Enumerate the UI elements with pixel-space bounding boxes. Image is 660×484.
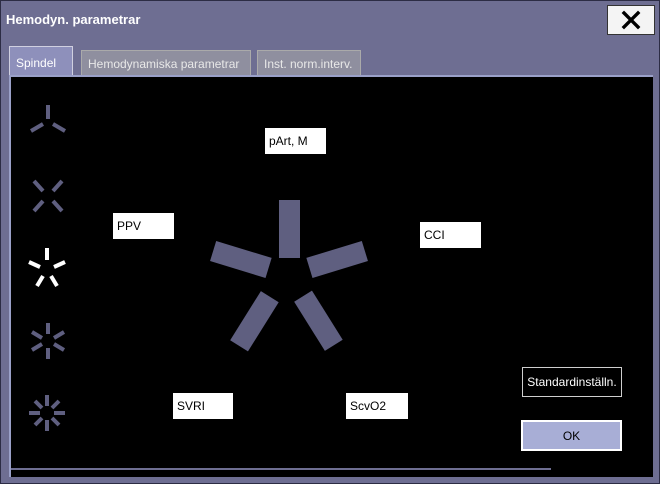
param-field-top[interactable]: pArt, M (265, 128, 326, 154)
spoke-lower-left (230, 291, 279, 352)
tab-spindel[interactable]: Spindel (9, 46, 73, 78)
spider-diagram (210, 200, 368, 352)
shape-4-spoke-button[interactable] (17, 171, 77, 223)
spoke-top (279, 200, 300, 258)
shape-5-spoke-button[interactable] (17, 244, 77, 296)
ok-button[interactable]: OK (521, 420, 622, 451)
shape-8-spoke-button[interactable] (17, 387, 77, 439)
spider-4-spoke-icon (32, 179, 64, 213)
spider-8-spoke-icon (29, 395, 65, 431)
spider-6-spoke-icon (30, 323, 66, 359)
close-button[interactable] (607, 5, 655, 35)
spoke-lower-right (294, 290, 343, 351)
title-bar: Hemodyn. parametrar (1, 1, 659, 39)
dialog-window: Hemodyn. parametrar Spindel Hemodynamisk… (0, 0, 660, 484)
dialog-title: Hemodyn. parametrar (6, 12, 141, 27)
close-icon (621, 10, 641, 30)
spider-3-spoke-icon (29, 105, 67, 133)
spoke-upper-left (210, 240, 272, 278)
param-field-upper-left[interactable]: PPV (113, 213, 174, 239)
tab-hemodynamic-parameters[interactable]: Hemodynamiska parametrar (81, 50, 251, 76)
shape-3-spoke-button[interactable] (17, 99, 77, 151)
tab-normal-ranges[interactable]: Inst. norm.interv. (257, 50, 361, 76)
panel-divider (11, 468, 551, 470)
param-field-lower-left[interactable]: SVRI (173, 393, 233, 419)
param-field-upper-right[interactable]: CCI (420, 222, 481, 248)
spoke-upper-right (306, 240, 368, 278)
spider-5-spoke-icon (28, 248, 66, 288)
param-field-lower-right[interactable]: ScvO2 (346, 393, 408, 419)
default-settings-button[interactable]: Standardinställn. (522, 367, 622, 397)
shape-6-spoke-button[interactable] (17, 315, 77, 367)
